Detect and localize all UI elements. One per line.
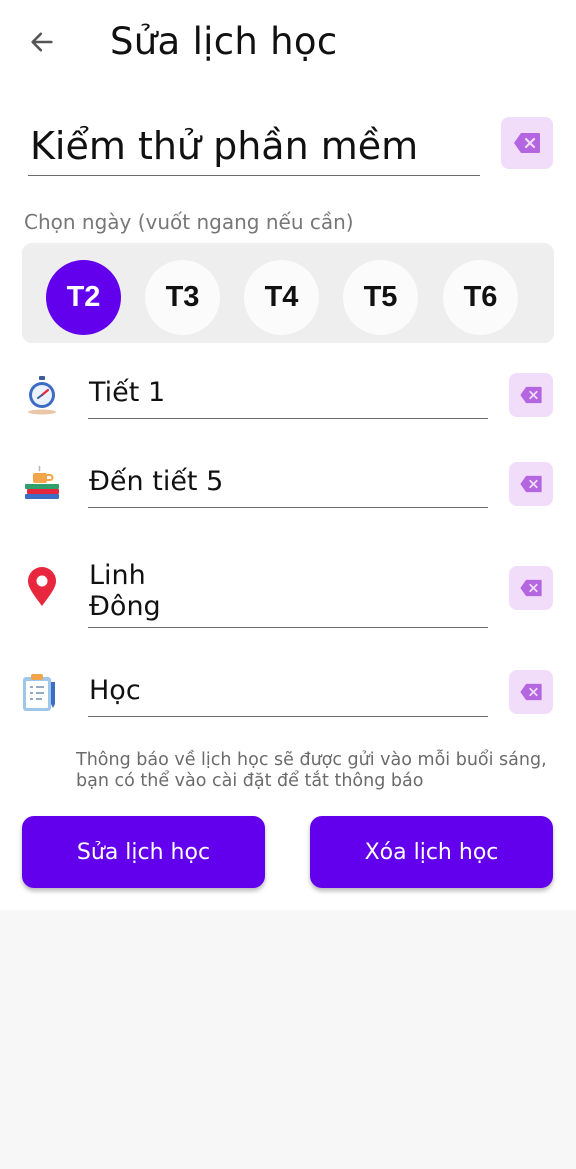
clear-subject-button[interactable] (501, 117, 553, 169)
day-chip-t5[interactable]: T5 (343, 260, 418, 335)
clear-end-period-button[interactable] (509, 462, 553, 506)
end-period-field[interactable]: Đến tiết 5 (88, 466, 488, 508)
start-period-field[interactable]: Tiết 1 (88, 377, 488, 419)
day-picker-label: Chọn ngày (vuốt ngang nếu cần) (24, 210, 354, 234)
clipboard-icon (20, 672, 60, 712)
location-value: Linh Đông (89, 560, 161, 622)
clear-location-button[interactable] (509, 566, 553, 610)
stopwatch-icon (22, 375, 62, 415)
map-pin-icon (22, 567, 62, 607)
page-title: Sửa lịch học (110, 20, 338, 63)
day-chip-t6[interactable]: T6 (443, 260, 518, 335)
day-chip-t2[interactable]: T2 (46, 260, 121, 335)
location-field[interactable]: Linh Đông (88, 560, 488, 628)
books-coffee-icon (22, 463, 62, 503)
note-value: Học (89, 675, 141, 706)
day-chip-t4[interactable]: T4 (244, 260, 319, 335)
note-field[interactable]: Học (88, 675, 488, 717)
clear-note-button[interactable] (509, 670, 553, 714)
subject-input[interactable]: Kiểm thử phần mềm (28, 122, 480, 176)
subject-value: Kiểm thử phần mềm (30, 124, 419, 168)
arrow-left-icon (31, 32, 53, 52)
backspace-icon (514, 133, 540, 153)
day-picker[interactable]: T2 T3 T4 T5 T6 (22, 243, 554, 343)
day-chip-t3[interactable]: T3 (145, 260, 220, 335)
backspace-icon (520, 386, 542, 404)
backspace-icon (520, 579, 542, 597)
backspace-icon (520, 475, 542, 493)
notification-notice: Thông báo về lịch học sẽ được gửi vào mỗ… (76, 750, 547, 791)
delete-schedule-button[interactable]: Xóa lịch học (310, 816, 553, 888)
start-period-value: Tiết 1 (89, 377, 166, 408)
edit-schedule-button[interactable]: Sửa lịch học (22, 816, 265, 888)
clear-start-period-button[interactable] (509, 373, 553, 417)
backspace-icon (520, 683, 542, 701)
end-period-value: Đến tiết 5 (89, 466, 224, 497)
back-button[interactable] (22, 22, 62, 62)
